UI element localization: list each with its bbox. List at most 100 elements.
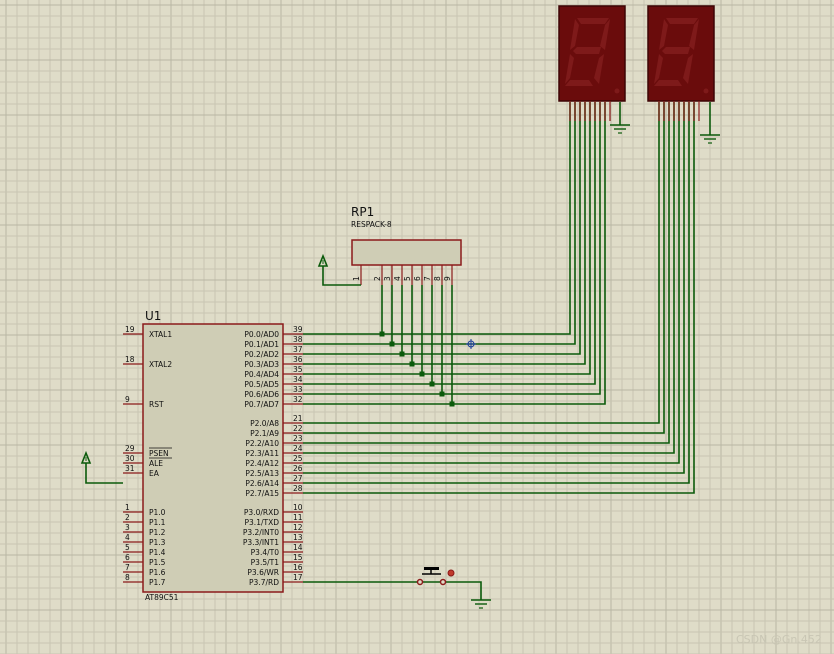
u1-pin-number: 5	[125, 543, 130, 552]
wire-junction	[379, 331, 385, 337]
wire-junction	[409, 361, 415, 367]
u1-pin-label: EA	[149, 469, 160, 478]
rp1-pins: 1 23456789	[352, 265, 453, 285]
schematic-canvas[interactable]: U1 AT89C51 19XTAL118XTAL29RST29PSEN30ALE…	[0, 0, 834, 654]
u1-pin-label: P2.3/A11	[245, 449, 279, 458]
wire-junction	[429, 381, 435, 387]
u1-pin-label: P1.1	[149, 518, 166, 527]
u1-pin-label: P3.1/TXD	[245, 518, 280, 527]
button-terminal-right	[439, 578, 447, 586]
rp1-pin-number: 8	[433, 276, 442, 281]
u1-pin-label: PSEN	[149, 449, 169, 458]
u1-pin-label: P3.0/RXD	[244, 508, 279, 517]
display-segment	[662, 47, 690, 54]
u1-pin-label: P3.6/WR	[247, 568, 279, 577]
u1-pin-number: 15	[293, 553, 303, 562]
u1-pin-label: XTAL1	[149, 330, 172, 339]
u1-pin-number: 35	[293, 365, 303, 374]
wire-junction	[399, 351, 405, 357]
u1-pin-number: 7	[125, 563, 130, 572]
u1-pin-number: 10	[293, 503, 303, 512]
rp1-ref-label: RP1	[351, 205, 374, 219]
u1-pin-label: P0.1/AD1	[244, 340, 279, 349]
u1-pin-number: 11	[293, 513, 303, 522]
u1-right-pins: 39 P0.0/AD0 38 P0.1/AD1 37 P0.2/AD2 36 P0.3/AD3…	[243, 325, 303, 587]
wire	[445, 581, 482, 600]
u1-pin-number: 13	[293, 533, 303, 542]
display-segment	[577, 18, 609, 24]
rp1-pin-number: 7	[423, 276, 432, 281]
u1-pin-label: P0.4/AD4	[244, 370, 279, 379]
u1-pin-label: P3.7/RD	[249, 578, 279, 587]
u1-pin-number: 26	[293, 464, 303, 473]
wire	[303, 102, 685, 474]
u1-pin-label: P3.4/T0	[251, 548, 280, 557]
u1-pin-number: 29	[125, 444, 135, 453]
u1-pin-label: P0.3/AD3	[244, 360, 279, 369]
button-terminal-left	[416, 578, 424, 586]
u1-pin-label: P1.7	[149, 578, 166, 587]
u1-pin-number: 21	[293, 414, 303, 423]
u1-pin-number: 6	[125, 553, 130, 562]
display-segment	[666, 18, 698, 24]
u1-pin-number: 22	[293, 424, 303, 433]
rp1-pin-number: 9	[443, 276, 452, 281]
u1-pin-label: P0.5/AD5	[244, 380, 279, 389]
u1-pin-label: P1.6	[149, 568, 166, 577]
u1-pin-number: 36	[293, 355, 303, 364]
u1-pin-label: P1.4	[149, 548, 166, 557]
u1-pin-label: RST	[149, 400, 164, 409]
display-segment	[573, 47, 601, 54]
u1-pin-number: 9	[125, 395, 130, 404]
u1-ref-label: U1	[145, 309, 161, 323]
display-decimal-point	[703, 88, 709, 94]
u1-pin-label: P0.0/AD0	[244, 330, 279, 339]
u1-pin-number: 16	[293, 563, 303, 572]
u1-pin-label: P1.3	[149, 538, 166, 547]
u1-pin-label: P2.7/A15	[245, 489, 279, 498]
u1-microcontroller[interactable]: U1 AT89C51 19XTAL118XTAL29RST29PSEN30ALE…	[123, 309, 303, 602]
wire	[303, 102, 680, 464]
u1-pin-label: P2.5/A13	[245, 469, 279, 478]
u1-pin-label: P2.6/A14	[245, 479, 279, 488]
u1-pin-label: P1.2	[149, 528, 166, 537]
u1-pin-number: 8	[125, 573, 130, 582]
rp1-body[interactable]	[351, 239, 462, 266]
button-indicator-icon	[447, 569, 455, 577]
u1-pin-number: 38	[293, 335, 303, 344]
wire-junction	[389, 341, 395, 347]
rp1-pin-number: 1	[352, 276, 361, 281]
u1-pin-number: 24	[293, 444, 303, 453]
u1-pin-number: 1	[125, 503, 130, 512]
u1-pin-number: 30	[125, 454, 135, 463]
u1-pin-label: ALE	[149, 459, 163, 468]
u1-pin-label: P0.7/AD7	[244, 400, 279, 409]
u1-pin-number: 33	[293, 385, 303, 394]
u1-pin-number: 14	[293, 543, 303, 552]
rp1-pin-number: 2	[373, 276, 382, 281]
u1-pin-label: P2.0/A8	[250, 419, 279, 428]
u1-pin-number: 4	[125, 533, 130, 542]
watermark: CSDN @Gn.452	[736, 633, 822, 646]
rp1-pin-number: 6	[413, 276, 422, 281]
u1-pin-number: 34	[293, 375, 303, 384]
wire-junction	[449, 401, 455, 407]
u1-pin-number: 27	[293, 474, 303, 483]
u1-pin-label: P3.3/INT1	[243, 538, 279, 547]
u1-pin-label: P0.2/AD2	[244, 350, 279, 359]
u1-pin-number: 23	[293, 434, 303, 443]
u1-pin-number: 17	[293, 573, 303, 582]
rp1-part-label: RESPACK-8	[351, 220, 392, 229]
rp1-resistor-pack[interactable]: RP1 RESPACK-8 1 23456789	[351, 205, 462, 285]
u1-pin-number: 19	[125, 325, 135, 334]
u1-pin-number: 32	[293, 395, 303, 404]
u1-pin-number: 2	[125, 513, 130, 522]
u1-part-label: AT89C51	[145, 593, 179, 602]
u1-pin-label: P3.2/INT0	[243, 528, 279, 537]
wire	[303, 102, 586, 365]
u1-pin-number: 3	[125, 523, 130, 532]
rp1-pin-number: 4	[393, 276, 402, 281]
u1-pin-label: P1.0	[149, 508, 166, 517]
u1-pin-number: 28	[293, 484, 303, 493]
u1-pin-label: P3.5/T1	[251, 558, 280, 567]
